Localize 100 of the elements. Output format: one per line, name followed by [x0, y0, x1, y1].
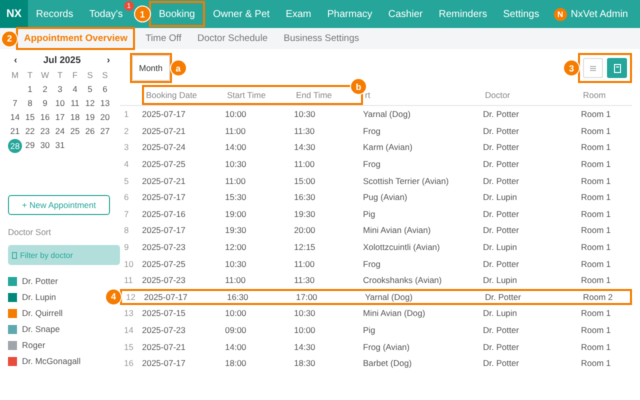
- calendar-day[interactable]: 7: [8, 97, 22, 109]
- table-cell-text: 12:15: [294, 242, 316, 252]
- table-cell-text: Room 1: [581, 109, 612, 120]
- table-cell-text: 2025-07-21: [142, 126, 186, 136]
- calendar-day[interactable]: 19: [83, 111, 97, 123]
- calendar-day[interactable]: 12: [83, 97, 97, 109]
- doctor-name[interactable]: Dr. Snape: [22, 324, 60, 334]
- calendar-day[interactable]: 21: [8, 125, 22, 137]
- table-cell-text: 12:00: [225, 242, 248, 252]
- sub-tab[interactable]: Doctor Schedule: [191, 29, 274, 48]
- sub-tab[interactable]: Business Settings: [278, 29, 366, 48]
- sub-tab[interactable]: Time Off: [139, 29, 188, 48]
- table-cell-text: 10:30: [225, 159, 248, 170]
- callout-marker: 1: [134, 6, 151, 22]
- row-number: 3: [123, 142, 130, 152]
- calendar-day[interactable]: 1: [23, 83, 37, 95]
- calendar-day[interactable]: 26: [83, 125, 97, 137]
- table-cell-text: 2025-07-23: [142, 275, 186, 286]
- table-cell-text: 2025-07-16: [142, 208, 186, 219]
- calendar-day[interactable]: 25: [68, 125, 82, 137]
- calendar-day[interactable]: 4: [68, 83, 82, 95]
- row-number: 2: [123, 126, 130, 136]
- section-title: Doctor Sort: [8, 227, 52, 237]
- calendar-day[interactable]: 23: [38, 125, 52, 137]
- table-cell-text: 2025-07-21: [142, 342, 186, 352]
- table-cell-text: 11:00: [294, 159, 316, 170]
- table-cell-text: 14:30: [294, 342, 316, 352]
- calendar-day[interactable]: 20: [98, 111, 112, 123]
- calendar-day[interactable]: 13: [98, 97, 112, 109]
- calendar-day[interactable]: 17: [53, 111, 67, 123]
- calendar-day[interactable]: 30: [38, 139, 52, 151]
- table-cell-text: 10:00: [225, 109, 248, 120]
- table-cell-text: Dr. Potter: [483, 342, 520, 352]
- table-cell-text: Dr. Lupin: [483, 308, 518, 318]
- calendar-day[interactable]: 11: [68, 97, 82, 109]
- filter-icon: [12, 252, 17, 258]
- table-cell-text: Frog: [363, 126, 382, 136]
- callout-marker: 3: [563, 60, 580, 76]
- calendar-day[interactable]: 16: [38, 111, 52, 123]
- table-cell-text: 18:30: [294, 358, 316, 368]
- calendar-day[interactable]: 3: [53, 83, 67, 95]
- table-cell-text: Pig: [363, 208, 376, 219]
- table-cell-text: 11:00: [294, 258, 316, 269]
- calendar-day[interactable]: 10: [53, 97, 67, 109]
- view-toggle-button[interactable]: [607, 58, 627, 78]
- calendar-day[interactable]: 6: [98, 83, 112, 95]
- table-cell-text: Xolottzcuintli (Avian): [363, 242, 441, 252]
- table-cell-text: 11:00: [225, 176, 247, 186]
- table-cell-text: 11:00: [225, 126, 247, 136]
- table-cell-text: Dr. Potter: [483, 208, 520, 219]
- calendar-day[interactable]: 27: [98, 125, 112, 137]
- doctor-name[interactable]: Dr. Potter: [22, 276, 58, 286]
- calendar-day[interactable]: 29: [23, 139, 37, 151]
- table-cell-text: 14:00: [225, 142, 248, 152]
- table-cell-text: Room 1: [581, 192, 612, 202]
- calendar-day[interactable]: 18: [68, 111, 82, 123]
- calendar-day[interactable]: 14: [8, 111, 22, 123]
- month-button[interactable]: Month: [132, 55, 170, 81]
- table-cell-text: Room 1: [581, 342, 612, 352]
- calendar-day[interactable]: 2: [38, 83, 52, 95]
- table-cell-text: 2025-07-17: [142, 225, 186, 236]
- table-cell-text: 19:00: [225, 208, 248, 219]
- next-month-button[interactable]: ›: [106, 55, 110, 66]
- calendar-day[interactable]: 31: [53, 139, 67, 151]
- weekday-label: S: [101, 69, 109, 81]
- calendar-day[interactable]: 24: [53, 125, 67, 137]
- app-logo[interactable]: NX: [0, 0, 28, 28]
- calendar-day[interactable]: 5: [83, 83, 97, 95]
- table-cell-text: Frog: [363, 258, 382, 269]
- doctor-name[interactable]: Dr. Lupin: [22, 292, 56, 302]
- table-cell-text: 2025-07-25: [142, 159, 186, 170]
- table-cell-text: Room 1: [581, 142, 612, 152]
- table-cell-text: Room 1: [581, 126, 612, 136]
- column-header: Room: [582, 89, 607, 102]
- doctor-name[interactable]: Dr. McGonagall: [22, 356, 81, 366]
- calendar-day[interactable]: 8: [23, 97, 37, 109]
- table-cell-text: 2025-07-17: [142, 109, 186, 120]
- table-cell-text: 11:30: [294, 275, 316, 286]
- table-cell-text: Frog: [363, 159, 382, 170]
- calendar-day[interactable]: 9: [38, 97, 52, 109]
- row-number: 1: [123, 109, 130, 120]
- table-cell-text: 18:00: [225, 358, 248, 368]
- doctor-name[interactable]: Dr. Quirrell: [22, 308, 63, 318]
- row-number: 13: [123, 308, 134, 318]
- previous-month-button[interactable]: ‹: [14, 55, 18, 66]
- calendar-day[interactable]: 22: [23, 125, 37, 137]
- callout-marker: 2: [1, 30, 18, 47]
- table-cell-text: Scottish Terrier (Avian): [363, 176, 450, 186]
- row-number: 7: [123, 208, 130, 219]
- table-cell-text: 15:00: [294, 176, 316, 186]
- table-cell-text: 2025-07-17: [142, 192, 186, 202]
- row-number: 11: [123, 275, 134, 286]
- calendar-day[interactable]: 15: [23, 111, 37, 123]
- table-cell-text: 2025-07-17: [144, 292, 188, 302]
- table-cell-text: Yarnal (Dog): [365, 292, 414, 302]
- table-cell-text: 2025-07-17: [142, 358, 186, 368]
- table-cell-text: 15:30: [225, 192, 248, 202]
- doctor-name[interactable]: Roger: [22, 340, 46, 350]
- table-cell-text: 19:30: [294, 208, 316, 219]
- table-cell-text: Mini Avian (Avian): [363, 225, 432, 236]
